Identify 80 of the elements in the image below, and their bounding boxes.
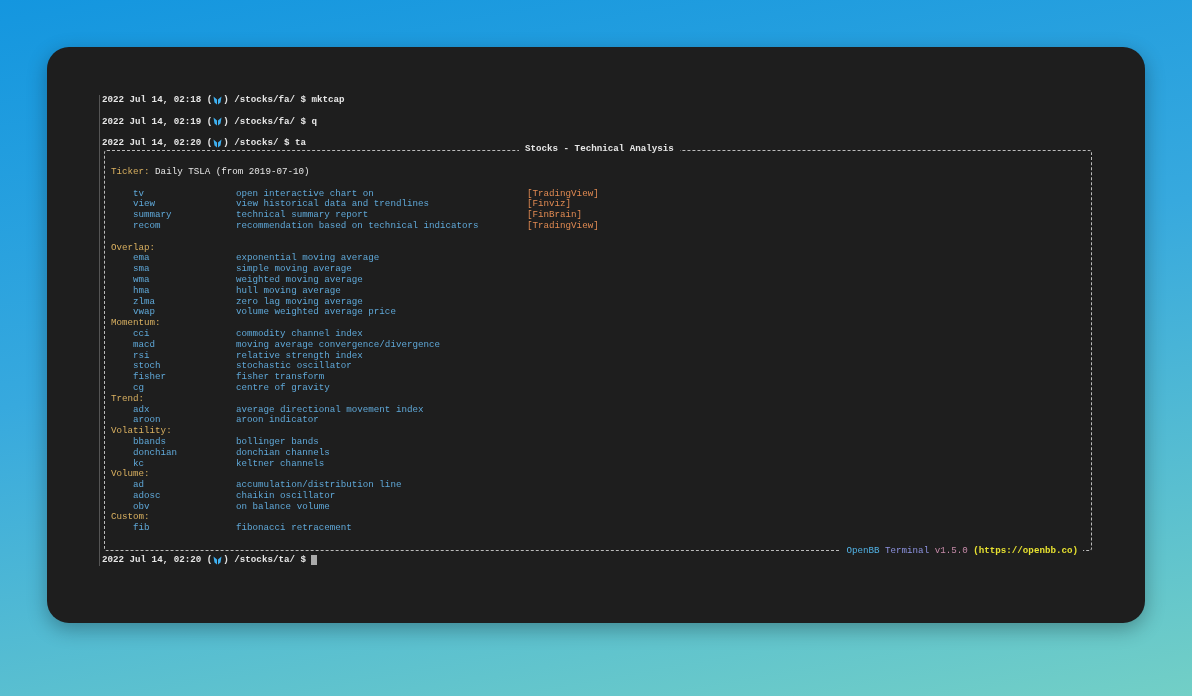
source-label: [TradingView] xyxy=(527,220,599,232)
section-heading: Overlap: xyxy=(111,242,156,254)
command-description: fibonacci retracement xyxy=(236,523,353,535)
footer-url: (https://openbb.co) xyxy=(973,546,1078,558)
section-heading: Volatility: xyxy=(111,426,172,437)
prompt-text: 2022 Jul 14, 02:20 ( xyxy=(102,555,213,566)
command-description: average directional movement index xyxy=(236,404,425,415)
footer-product: Terminal xyxy=(885,546,930,558)
command-description: aroon indicator xyxy=(236,415,320,427)
command-description: exponential moving average xyxy=(236,253,381,264)
prompt-text: ) /stocks/ $ ta xyxy=(223,138,306,149)
source-label: [Finviz] xyxy=(527,199,572,210)
command-name: adx xyxy=(133,404,151,416)
command-description: on balance volume xyxy=(236,501,331,513)
command-description: technical summary report xyxy=(236,210,370,221)
butterfly-icon xyxy=(213,139,223,149)
command-description: bollinger bands xyxy=(236,436,320,448)
command-description: weighted moving average xyxy=(236,274,364,286)
command-name: obv xyxy=(133,501,151,513)
command-description: stochastic oscillator xyxy=(236,361,353,372)
command-name: kc xyxy=(133,458,146,469)
command-name: tv xyxy=(133,188,146,199)
command-description: moving average convergence/divergence xyxy=(236,339,441,351)
footer-brand: OpenBB xyxy=(846,546,880,558)
command-name: donchian xyxy=(133,447,179,459)
command-name: ema xyxy=(133,253,151,265)
section-heading: Volume: xyxy=(111,469,150,480)
command-name: cg xyxy=(133,382,146,394)
command-description: zero lag moving average xyxy=(236,296,364,307)
command-description: recommendation based on technical indicators xyxy=(236,220,480,232)
command-description: simple moving average xyxy=(236,264,353,275)
command-description: relative strength index xyxy=(236,350,364,361)
command-name: sma xyxy=(133,264,151,275)
command-description: view historical data and trendlines xyxy=(236,199,430,210)
command-name: cci xyxy=(133,328,151,340)
butterfly-icon xyxy=(213,95,223,105)
ticker-label: Ticker: xyxy=(111,167,150,178)
command-name: zlma xyxy=(133,296,157,308)
panel-title: Stocks - Technical Analysis xyxy=(519,144,680,155)
command-description: hull moving average xyxy=(236,285,342,297)
command-description: open interactive chart on xyxy=(236,188,375,199)
butterfly-icon xyxy=(213,117,223,127)
prompt-text: 2022 Jul 14, 02:18 ( xyxy=(102,95,213,106)
command-name: adosc xyxy=(133,490,162,502)
command-name: rsi xyxy=(133,350,151,361)
section-heading: Custom: xyxy=(111,512,150,523)
source-label: [FinBrain] xyxy=(527,210,583,221)
command-name: wma xyxy=(133,274,151,286)
source-label: [TradingView] xyxy=(527,188,599,199)
command-description: chaikin oscillator xyxy=(236,490,337,502)
prompt-text: 2022 Jul 14, 02:20 ( xyxy=(102,138,213,149)
command-name: recom xyxy=(133,220,162,232)
command-name: macd xyxy=(133,339,157,351)
command-description: keltner channels xyxy=(236,458,326,470)
command-name: ad xyxy=(133,480,146,491)
command-name: fisher xyxy=(133,372,168,383)
command-name: fib xyxy=(133,523,151,535)
command-name: view xyxy=(133,199,157,211)
prompt-text: ) /stocks/fa/ $ mktcap xyxy=(223,95,345,106)
command-name: aroon xyxy=(133,415,162,426)
prompt-text: 2022 Jul 14, 02:19 ( xyxy=(102,116,213,128)
command-description: accumulation/distribution line xyxy=(236,480,403,491)
command-name: stoch xyxy=(133,361,162,372)
ticker-value: Daily TSLA (from 2019-07-10) xyxy=(155,167,310,178)
command-description: volume weighted average price xyxy=(236,307,397,319)
command-name: bbands xyxy=(133,436,168,448)
prompt-text: ) /stocks/ta/ $ xyxy=(223,555,306,566)
command-description: fisher transform xyxy=(236,372,326,383)
prompt-text: ) /stocks/fa/ $ q xyxy=(223,116,317,128)
command-name: vwap xyxy=(133,307,157,319)
section-heading: Trend: xyxy=(111,393,145,405)
command-name: hma xyxy=(133,285,151,297)
command-name: summary xyxy=(133,210,173,221)
command-description: donchian channels xyxy=(236,447,331,459)
section-heading: Momentum: xyxy=(111,318,161,329)
footer-version: v1.5.0 xyxy=(934,546,968,558)
command-description: centre of gravity xyxy=(236,382,331,394)
command-description: commodity channel index xyxy=(236,328,364,340)
text-cursor xyxy=(311,555,317,566)
butterfly-icon xyxy=(213,555,223,565)
